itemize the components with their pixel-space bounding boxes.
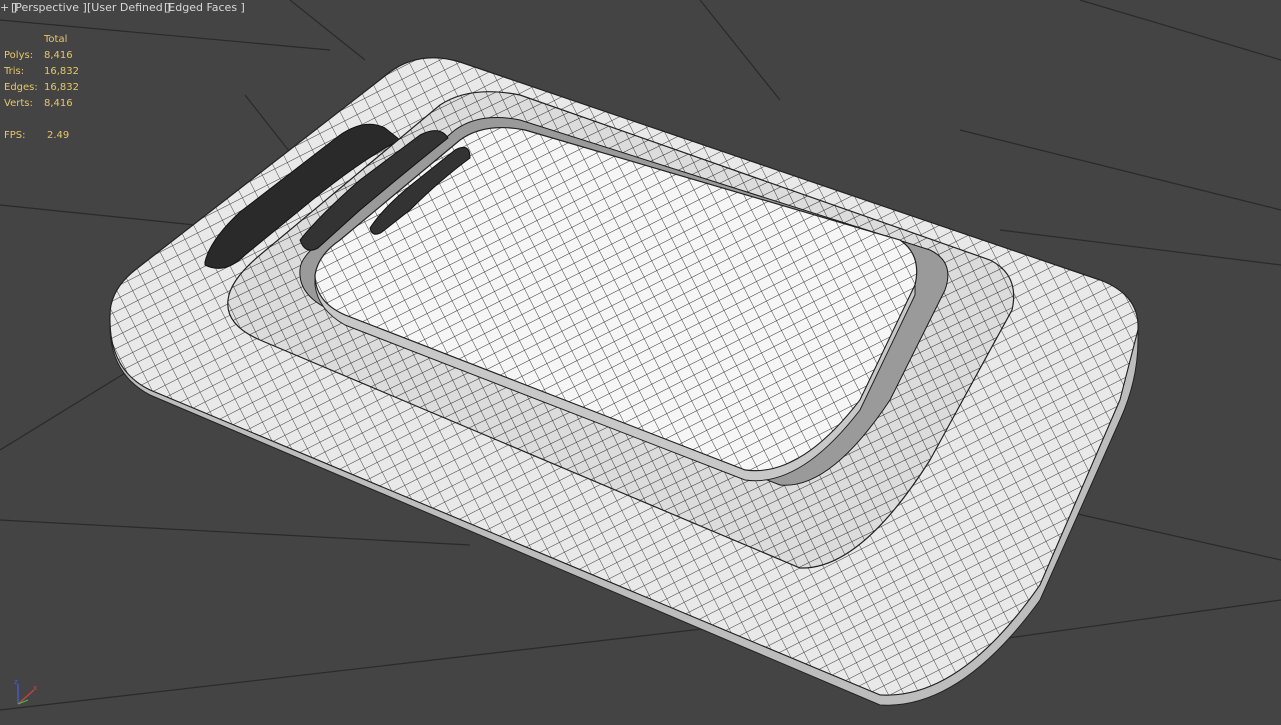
svg-text:x: x bbox=[33, 684, 37, 692]
viewport-display-menu[interactable]: [Edged Faces ] bbox=[164, 0, 245, 15]
statistics-overlay: Total Polys: 8,416 Tris: 16,832 Edges: 1… bbox=[4, 32, 79, 144]
stats-value: 8,416 bbox=[44, 50, 73, 61]
stats-value: 16,832 bbox=[44, 82, 79, 93]
fps-value: 2.49 bbox=[47, 130, 70, 141]
stats-row-fps: FPS: 2.49 bbox=[4, 128, 69, 144]
stats-label: Edges: bbox=[4, 82, 38, 93]
axis-gizmo: z x bbox=[14, 678, 37, 705]
cutting-board-mesh[interactable] bbox=[109, 57, 1139, 706]
viewport-shading-menu[interactable]: [User Defined ] bbox=[87, 0, 171, 15]
viewport-point-of-view-menu[interactable]: [Perspective ] bbox=[11, 0, 87, 15]
perspective-viewport[interactable]: z x + ] [Perspective ] [User Defined ] [… bbox=[0, 0, 1281, 725]
fps-label: FPS: bbox=[4, 130, 26, 141]
viewport-canvas[interactable]: z x bbox=[0, 0, 1281, 725]
stats-row-verts: Verts: 8,416 bbox=[4, 96, 73, 112]
stats-row-edges: Edges: 16,832 bbox=[4, 80, 79, 96]
stats-row-polys: Polys: 8,416 bbox=[4, 48, 73, 64]
stats-label: Tris: bbox=[4, 66, 25, 77]
stats-value: 16,832 bbox=[44, 66, 79, 77]
svg-text:z: z bbox=[14, 678, 18, 686]
stats-value: 8,416 bbox=[44, 98, 73, 109]
stats-label: Verts: bbox=[4, 98, 33, 109]
stats-label: Polys: bbox=[4, 50, 34, 61]
stats-header: Total bbox=[44, 34, 68, 45]
stats-row-tris: Tris: 16,832 bbox=[4, 64, 79, 80]
